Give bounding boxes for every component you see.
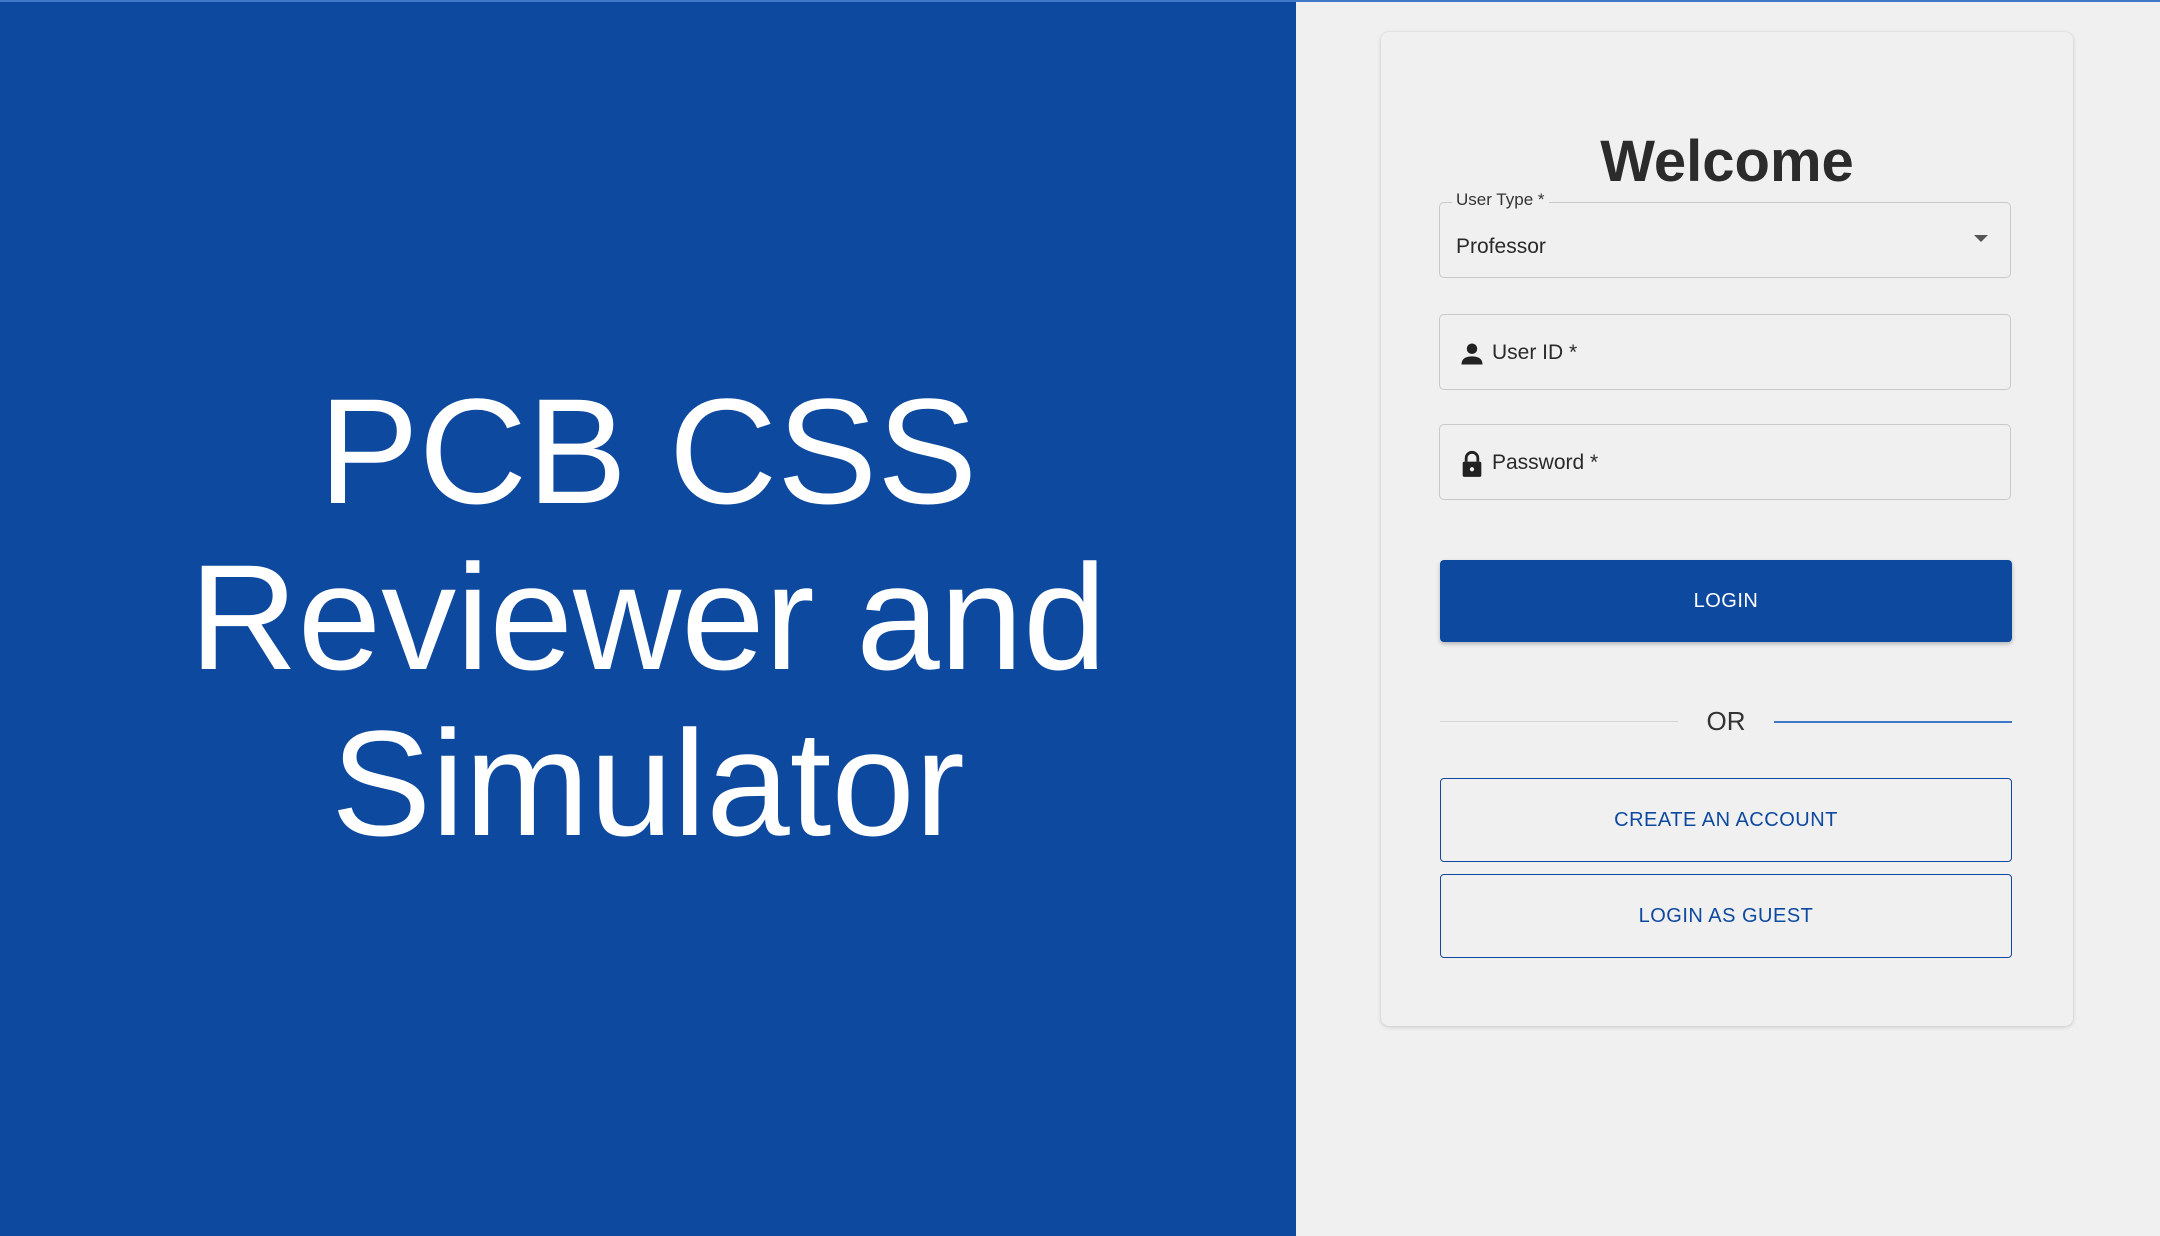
chevron-down-icon[interactable] [1974,235,1988,242]
create-account-button[interactable]: CREATE AN ACCOUNT [1440,778,2012,862]
user-type-select[interactable]: User Type * Professor [1439,190,2011,278]
hero-panel: PCB CSS Reviewer and Simulator [0,0,1296,1236]
user-type-value: Professor [1456,235,1546,258]
or-divider: OR [1440,704,2012,738]
login-card: Welcome User Type * Professor User ID * [1381,32,2073,1026]
login-as-guest-button[interactable]: LOGIN AS GUEST [1440,874,2012,958]
password-field[interactable]: Password * [1439,424,2011,500]
app-title: PCB CSS Reviewer and Simulator [189,367,1107,867]
user-type-label: User Type * [1452,190,1549,210]
password-label: Password * [1492,451,1599,474]
user-icon [1461,343,1483,365]
login-button[interactable]: LOGIN [1440,560,2012,642]
user-id-label: User ID * [1492,341,1578,364]
login-panel: Welcome User Type * Professor User ID * [1296,0,2160,1236]
lock-icon [1462,450,1482,477]
divider-line-right [1774,721,2012,723]
login-page: PCB CSS Reviewer and Simulator Welcome U… [0,0,2160,1236]
user-id-field[interactable]: User ID * [1439,314,2011,390]
welcome-heading: Welcome [1600,129,1854,194]
